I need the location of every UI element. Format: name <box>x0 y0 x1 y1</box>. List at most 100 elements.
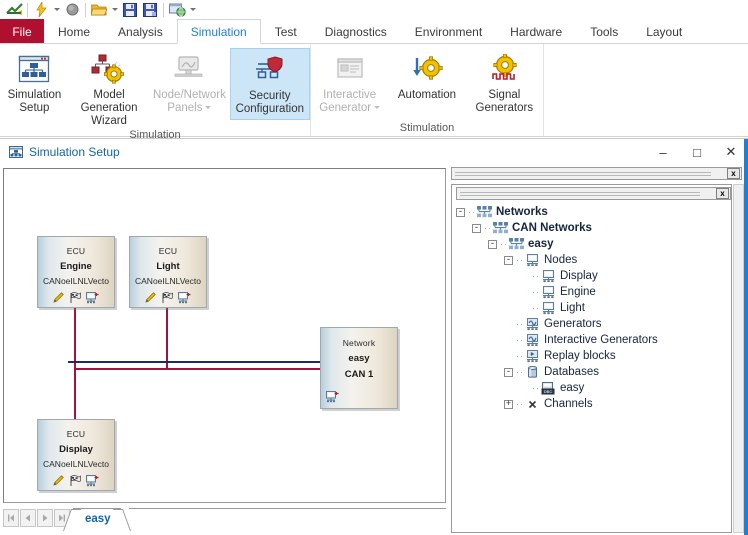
model-generation-wizard-icon <box>91 52 127 86</box>
tree-item-label: easy <box>528 238 554 250</box>
flag-icon[interactable] <box>69 292 81 304</box>
tree-item-interactive-generators[interactable]: ·· Interactive Generators <box>456 332 731 348</box>
tree-item-generators[interactable]: ·· Generators <box>456 316 731 332</box>
toolbar-separator-3 <box>163 2 164 17</box>
collapsed-panel-bar-1[interactable]: x <box>451 167 742 180</box>
flag-icon[interactable] <box>161 292 173 304</box>
diagram-canvas-border: ECU Engine CANoeILNLVecto ECU Light CANo… <box>3 168 446 503</box>
node-network-panels-button[interactable]: Node/Network Panels <box>149 48 229 120</box>
signal-generators-icon <box>486 52 522 86</box>
nav-first-button[interactable] <box>3 509 19 527</box>
tree-item-display[interactable]: ·· Display <box>456 268 731 284</box>
security-configuration-button[interactable]: Security Configuration <box>229 48 310 120</box>
tree-expand-toggle[interactable]: + <box>504 399 513 409</box>
tree-item-easy[interactable]: - ·· easy <box>456 236 731 252</box>
tree-collapse-toggle[interactable]: - <box>488 239 497 249</box>
block-engine-type: ECU <box>66 246 86 256</box>
channels-icon <box>525 397 540 411</box>
diagram-canvas[interactable]: ECU Engine CANoeILNLVecto ECU Light CANo… <box>4 169 445 502</box>
tree-item-channels[interactable]: + ·· Channels <box>456 396 731 412</box>
tree-item-engine[interactable]: ·· Engine <box>456 284 731 300</box>
open-dropdown-caret[interactable] <box>109 1 120 19</box>
collapsed-panel-grip-2[interactable] <box>457 188 716 199</box>
tree-item-label: Display <box>560 270 598 282</box>
tab-hardware[interactable]: Hardware <box>496 19 576 44</box>
tree-item-label: Networks <box>496 206 548 218</box>
block-display-type: ECU <box>66 429 86 439</box>
sheet-tab-strip-filler <box>128 507 446 529</box>
signal-generators-button[interactable]: Signal Generators <box>466 48 543 120</box>
nav-prev-button[interactable] <box>20 509 36 527</box>
pencil-icon[interactable] <box>53 475 64 487</box>
sheet-tab-strip: easy <box>3 506 446 530</box>
network-node-icon[interactable] <box>326 391 339 403</box>
pencil-icon[interactable] <box>145 292 156 304</box>
tree-collapse-toggle[interactable]: - <box>456 207 465 217</box>
node-icon <box>541 301 556 315</box>
tab-diagnostics[interactable]: Diagnostics <box>311 19 401 44</box>
canoe-logo-icon[interactable] <box>4 1 24 19</box>
tab-test[interactable]: Test <box>261 19 311 44</box>
customize-toolbar-caret[interactable] <box>187 1 198 19</box>
network-tree[interactable]: x - ·· Networks - ·· CAN Networks - ·· easy - ·· No… <box>451 184 732 533</box>
tree-collapse-toggle[interactable]: - <box>504 367 513 377</box>
tree-item-nodes[interactable]: - ·· Nodes <box>456 252 731 268</box>
network-node-icon[interactable] <box>178 292 191 304</box>
tree-item-databases[interactable]: - ·· Databases <box>456 364 731 380</box>
collapsed-panel-bar-2[interactable]: x <box>456 187 731 200</box>
tab-analysis[interactable]: Analysis <box>104 19 177 44</box>
network-node-icon[interactable] <box>86 292 99 304</box>
security-configuration-icon <box>252 53 288 87</box>
flag-icon[interactable] <box>69 475 81 487</box>
tree-vertical-scrollbar[interactable] <box>733 184 744 533</box>
tree-connector-dots: ·· <box>500 239 508 249</box>
tab-file[interactable]: File <box>0 19 44 44</box>
window-panes: ECU Engine CANoeILNLVecto ECU Light CANo… <box>0 165 744 535</box>
tab-tools[interactable]: Tools <box>576 19 632 44</box>
close-button[interactable]: ✕ <box>714 139 748 165</box>
block-display-dll: CANoeILNLVecto <box>43 459 109 469</box>
lightning-dropdown-caret[interactable] <box>51 1 62 19</box>
tab-simulation[interactable]: Simulation <box>176 19 261 44</box>
block-display[interactable]: ECU Display CANoeILNLVecto <box>37 419 115 491</box>
lightning-icon[interactable] <box>31 1 51 19</box>
block-light[interactable]: ECU Light CANoeILNLVecto <box>129 236 207 308</box>
tree-collapse-toggle[interactable]: - <box>504 255 513 265</box>
nav-next-button[interactable] <box>37 509 53 527</box>
save-all-icon[interactable] <box>140 1 160 19</box>
tree-item-easy[interactable]: ·· DBC easy <box>456 380 731 396</box>
tree-item-networks[interactable]: - ·· Networks <box>456 204 731 220</box>
maximize-button[interactable]: □ <box>680 139 714 165</box>
stop-circle-icon[interactable] <box>62 1 82 19</box>
block-network[interactable]: Network easy CAN 1 <box>320 327 398 409</box>
tree-connector-dots: ·· <box>516 399 524 409</box>
tab-environment[interactable]: Environment <box>401 19 496 44</box>
bus-line-navy <box>68 361 321 363</box>
collapsed-panel-close-2[interactable]: x <box>716 188 729 199</box>
interactive-generator-button[interactable]: Interactive Generator <box>311 48 388 120</box>
publish-web-icon[interactable] <box>167 1 187 19</box>
node-network-panels-icon <box>171 52 207 86</box>
network-node-icon[interactable] <box>86 475 99 487</box>
collapsed-panel-close-1[interactable]: x <box>727 168 740 179</box>
tree-item-label: Generators <box>544 318 602 330</box>
tree-item-replay-blocks[interactable]: ·· Replay blocks <box>456 348 731 364</box>
open-folder-icon[interactable] <box>89 1 109 19</box>
automation-button[interactable]: Automation <box>388 48 465 120</box>
simulation-setup-button[interactable]: Simulation Setup <box>0 48 69 120</box>
block-engine[interactable]: ECU Engine CANoeILNLVecto <box>37 236 115 308</box>
tree-item-light[interactable]: ·· Light <box>456 300 731 316</box>
minimize-button[interactable]: – <box>646 139 680 165</box>
tab-home[interactable]: Home <box>44 19 104 44</box>
save-icon[interactable] <box>120 1 140 19</box>
tree-collapse-toggle[interactable]: - <box>472 223 481 233</box>
tree-item-can-networks[interactable]: - ·· CAN Networks <box>456 220 731 236</box>
simulation-setup-label: Simulation Setup <box>7 89 62 114</box>
node-icon <box>525 253 540 267</box>
collapsed-panel-grip-1[interactable] <box>452 168 727 179</box>
interactive-generator-icon <box>332 52 368 86</box>
tab-layout[interactable]: Layout <box>632 19 696 44</box>
model-generation-wizard-button[interactable]: Model Generation Wizard <box>69 48 149 128</box>
pencil-icon[interactable] <box>53 292 64 304</box>
sheet-tab-easy[interactable]: easy <box>73 507 121 529</box>
